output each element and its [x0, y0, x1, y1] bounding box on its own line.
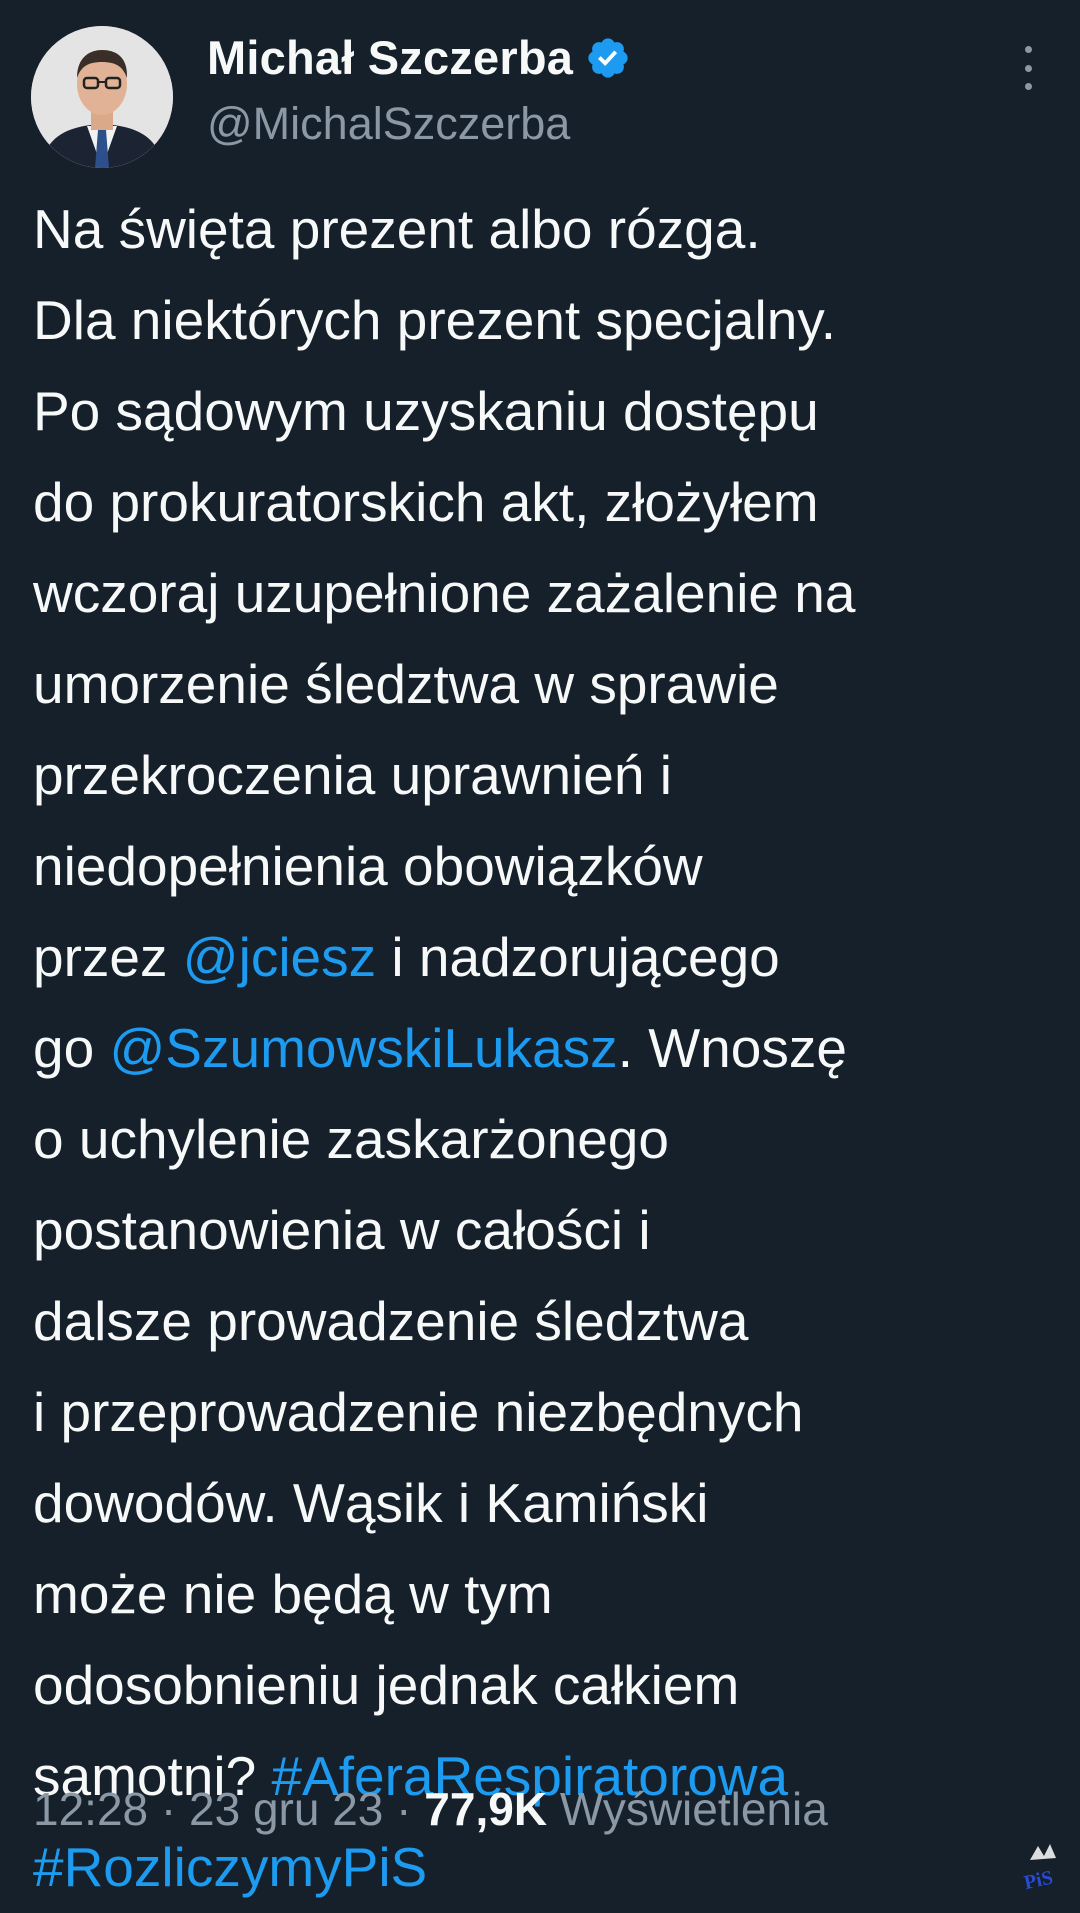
tweet-text-segment: i nadzorującego	[376, 926, 780, 988]
tweet-text-segment: odosobnieniu jednak całkiem	[33, 1654, 740, 1716]
tweet-meta: 12:28 · 23 gru 23 · 77,9K Wyświetlenia	[33, 1782, 828, 1836]
meta-separator: ·	[148, 1783, 190, 1835]
views-label: Wyświetlenia	[547, 1783, 828, 1835]
more-dot	[1024, 83, 1032, 90]
tweet: Michał Szczerba @MichalSzczerba Na święt…	[0, 0, 1080, 1898]
watermark-text: PiS	[1022, 1867, 1055, 1890]
tweet-text-line: Dla niektórych prezent specjalny.	[33, 275, 1053, 366]
tweet-text-segment: . Wnoszę	[617, 1017, 847, 1079]
tweet-text-segment: postanowienia w całości i	[33, 1199, 651, 1261]
tweet-text-segment: wczoraj uzupełnione zażalenie na	[33, 562, 856, 624]
tweet-text-line: dowodów. Wąsik i Kamiński	[33, 1458, 1053, 1549]
author-display-name[interactable]: Michał Szczerba	[207, 30, 573, 85]
more-dot	[1024, 64, 1032, 72]
tweet-text-line: umorzenie śledztwa w sprawie	[33, 639, 1053, 730]
tweet-time[interactable]: 12:28	[33, 1783, 148, 1835]
tweet-text-segment: o uchylenie zaskarżonego	[33, 1108, 669, 1170]
mention-link[interactable]: @jciesz	[183, 926, 376, 988]
tweet-text-segment: go	[33, 1017, 110, 1079]
tweet-text-segment: Dla niektórych prezent specjalny.	[33, 289, 836, 351]
more-vertical-icon[interactable]	[1016, 46, 1040, 90]
tweet-text-segment: przekroczenia uprawnień i	[33, 744, 672, 806]
tweet-text-line: go @SzumowskiLukasz. Wnoszę	[33, 1003, 1053, 1094]
tweet-text-line: przekroczenia uprawnień i	[33, 730, 1053, 821]
meta-separator: ·	[383, 1783, 425, 1835]
tweet-text-segment: do prokuratorskich akt, złożyłem	[33, 471, 819, 533]
tweet-text: Na święta prezent albo rózga. Dla niektór…	[33, 184, 1053, 1913]
tweet-text-segment: i przeprowadzenie niezbędnych	[33, 1381, 804, 1443]
tweet-text-line: dalsze prowadzenie śledztwa	[33, 1276, 1053, 1367]
tweet-text-line: odosobnieniu jednak całkiem	[33, 1640, 1053, 1731]
tweet-text-line: do prokuratorskich akt, złożyłem	[33, 457, 1053, 548]
more-dot	[1024, 46, 1032, 53]
tweet-text-line: może nie będą w tym	[33, 1549, 1053, 1640]
tweet-text-segment: niedopełnienia obowiązków	[33, 835, 703, 897]
tweet-text-line: Po sądowym uzyskaniu dostępu	[33, 366, 1053, 457]
views-count[interactable]: 77,9K	[424, 1783, 547, 1835]
tweet-text-segment: dalsze prowadzenie śledztwa	[33, 1290, 749, 1352]
tweet-text-segment: umorzenie śledztwa w sprawie	[33, 653, 779, 715]
tweet-text-segment: przez	[33, 926, 183, 988]
hashtag-link[interactable]: #RozliczymyPiS	[33, 1836, 427, 1898]
avatar-photo	[31, 26, 173, 168]
tweet-text-line: o uchylenie zaskarżonego	[33, 1094, 1053, 1185]
tweet-text-line: niedopełnienia obowiązków	[33, 821, 1053, 912]
author-name-row: Michał Szczerba	[207, 30, 631, 85]
verified-badge-icon	[585, 35, 631, 81]
pis-logo-watermark: PiS	[1020, 1840, 1076, 1894]
tweet-date[interactable]: 23 gru 23	[189, 1783, 383, 1835]
tweet-text-segment: może nie będą w tym	[33, 1563, 553, 1625]
tweet-text-line: postanowienia w całości i	[33, 1185, 1053, 1276]
tweet-text-line: przez @jciesz i nadzorującego	[33, 912, 1053, 1003]
tweet-text-line: Na święta prezent albo rózga.	[33, 184, 1053, 275]
avatar[interactable]	[31, 26, 173, 168]
tweet-text-line: i przeprowadzenie niezbędnych	[33, 1367, 1053, 1458]
tweet-text-segment: Po sądowym uzyskaniu dostępu	[33, 380, 819, 442]
tweet-text-segment: dowodów. Wąsik i Kamiński	[33, 1472, 709, 1534]
mention-link[interactable]: @SzumowskiLukasz	[109, 1017, 617, 1079]
tweet-text-line: wczoraj uzupełnione zażalenie na	[33, 548, 1053, 639]
tweet-text-segment: Na święta prezent albo rózga.	[33, 198, 761, 260]
author-handle[interactable]: @MichalSzczerba	[207, 98, 570, 150]
